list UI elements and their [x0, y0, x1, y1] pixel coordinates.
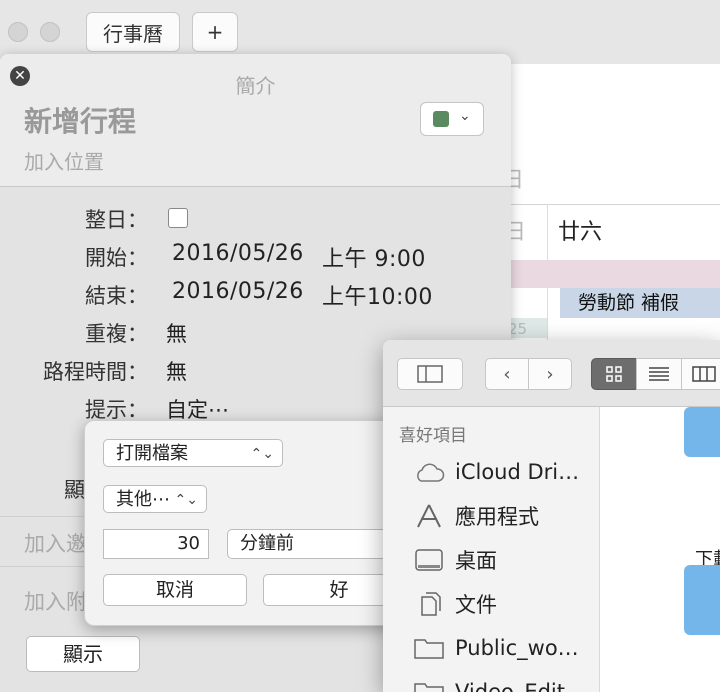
- window-close-button[interactable]: [8, 22, 28, 42]
- chevron-up-down-icon: ⌃⌄: [174, 492, 198, 508]
- chevron-down-icon: ⌄: [459, 108, 471, 124]
- start-label: 開始：: [85, 246, 148, 270]
- sidebar-item-label: Public_wo…: [455, 636, 579, 660]
- sidebar-item-label: iCloud Dri…: [455, 460, 580, 484]
- chevron-up-down-icon: ⌃⌄: [250, 446, 274, 462]
- sidebar-toggle-button[interactable]: [397, 358, 463, 390]
- show-as-label: 顯: [64, 478, 85, 502]
- add-event-button[interactable]: +: [192, 12, 238, 52]
- sidebar-item-label: 文件: [455, 593, 497, 617]
- favorites-header: 喜好項目: [399, 426, 467, 446]
- column-view-button[interactable]: [681, 358, 720, 390]
- window-minimize-button[interactable]: [40, 22, 60, 42]
- color-swatch: [433, 111, 449, 127]
- file-popup-value: 其他⋯: [116, 489, 170, 510]
- file-popup[interactable]: 其他⋯ ⌃⌄: [103, 485, 207, 513]
- calendar-allday-band: [510, 260, 720, 288]
- sidebar-item-label: Video_Edit…: [455, 680, 587, 692]
- sidebar-item-icloud-drive[interactable]: iCloud Dri…: [413, 455, 579, 489]
- sidebar-item-applications[interactable]: 應用程式: [413, 499, 539, 533]
- all-day-label: 整日：: [85, 208, 148, 232]
- finder-content: 下載: [600, 407, 720, 692]
- cancel-button[interactable]: 取消: [103, 574, 247, 606]
- folder-icon[interactable]: [684, 407, 720, 457]
- repeat-label: 重複：: [85, 322, 148, 346]
- custom-alert-sheet: 打開檔案 ⌃⌄ 其他⋯ ⌃⌄ 30 分鐘前 取消 好: [84, 420, 427, 626]
- alert-action-value: 打開檔案: [116, 443, 188, 464]
- calendars-button[interactable]: 行事曆: [86, 12, 180, 52]
- start-date-field[interactable]: 2016/05/26: [172, 241, 304, 266]
- calendar-event[interactable]: 勞動節 補假: [560, 288, 720, 318]
- all-day-checkbox[interactable]: [168, 208, 188, 228]
- sidebar-item-label: 桌面: [455, 549, 497, 573]
- show-button[interactable]: 顯示: [26, 636, 140, 672]
- calendar-divider: [510, 204, 720, 205]
- desktop-icon: [413, 547, 445, 573]
- repeat-popup[interactable]: 無: [166, 318, 187, 348]
- chevron-right-icon: ›: [546, 363, 554, 385]
- list-icon: [649, 367, 669, 381]
- alert-action-popup[interactable]: 打開檔案 ⌃⌄: [103, 439, 283, 467]
- start-time-field[interactable]: 上午 9:00: [322, 241, 426, 273]
- folder-icon: [413, 679, 445, 692]
- folder-icon[interactable]: [684, 565, 720, 635]
- back-button[interactable]: ‹: [485, 358, 529, 390]
- event-location-field[interactable]: 加入位置: [24, 146, 104, 175]
- add-attachment-field[interactable]: 加入附: [24, 586, 87, 616]
- calendar-column-head: 廿六: [558, 220, 603, 245]
- sidebar-icon: [417, 365, 443, 383]
- alert-amount-input[interactable]: 30: [103, 529, 209, 559]
- applications-icon: [413, 503, 445, 529]
- event-title-field[interactable]: 新增行程: [24, 100, 136, 140]
- end-date-field[interactable]: 2016/05/26: [172, 279, 304, 304]
- add-invitees-field[interactable]: 加入邀: [24, 528, 87, 558]
- travel-time-popup[interactable]: 無: [166, 356, 187, 386]
- folder-icon: [413, 635, 445, 661]
- sidebar-item-documents[interactable]: 文件: [413, 587, 497, 621]
- sidebar-item-label: 應用程式: [455, 505, 539, 529]
- end-time-field[interactable]: 上午10:00: [322, 279, 433, 311]
- popover-header: 簡介: [235, 74, 276, 98]
- list-view-button[interactable]: [636, 358, 682, 390]
- chevron-left-icon: ‹: [503, 363, 511, 385]
- finder-window: ‹ › 喜好項目 iCloud Dri… 應用程式 桌面 文件 Public_w…: [383, 340, 720, 692]
- end-label: 結束：: [85, 284, 148, 308]
- icon-view-button[interactable]: [591, 358, 637, 390]
- sidebar-item-video-edit[interactable]: Video_Edit…: [413, 675, 586, 692]
- documents-icon: [413, 591, 445, 617]
- grid-icon: [606, 366, 622, 382]
- finder-toolbar: ‹ ›: [383, 340, 720, 407]
- columns-icon: [692, 366, 716, 382]
- calendar-color-popup[interactable]: ⌄: [420, 102, 484, 136]
- sidebar-item-public-wo[interactable]: Public_wo…: [413, 631, 579, 665]
- cloud-icon: [413, 459, 445, 485]
- forward-button[interactable]: ›: [528, 358, 572, 390]
- finder-sidebar: 喜好項目 iCloud Dri… 應用程式 桌面 文件 Public_wo… V…: [383, 407, 600, 692]
- sidebar-item-desktop[interactable]: 桌面: [413, 543, 497, 577]
- travel-time-label: 路程時間：: [43, 360, 148, 384]
